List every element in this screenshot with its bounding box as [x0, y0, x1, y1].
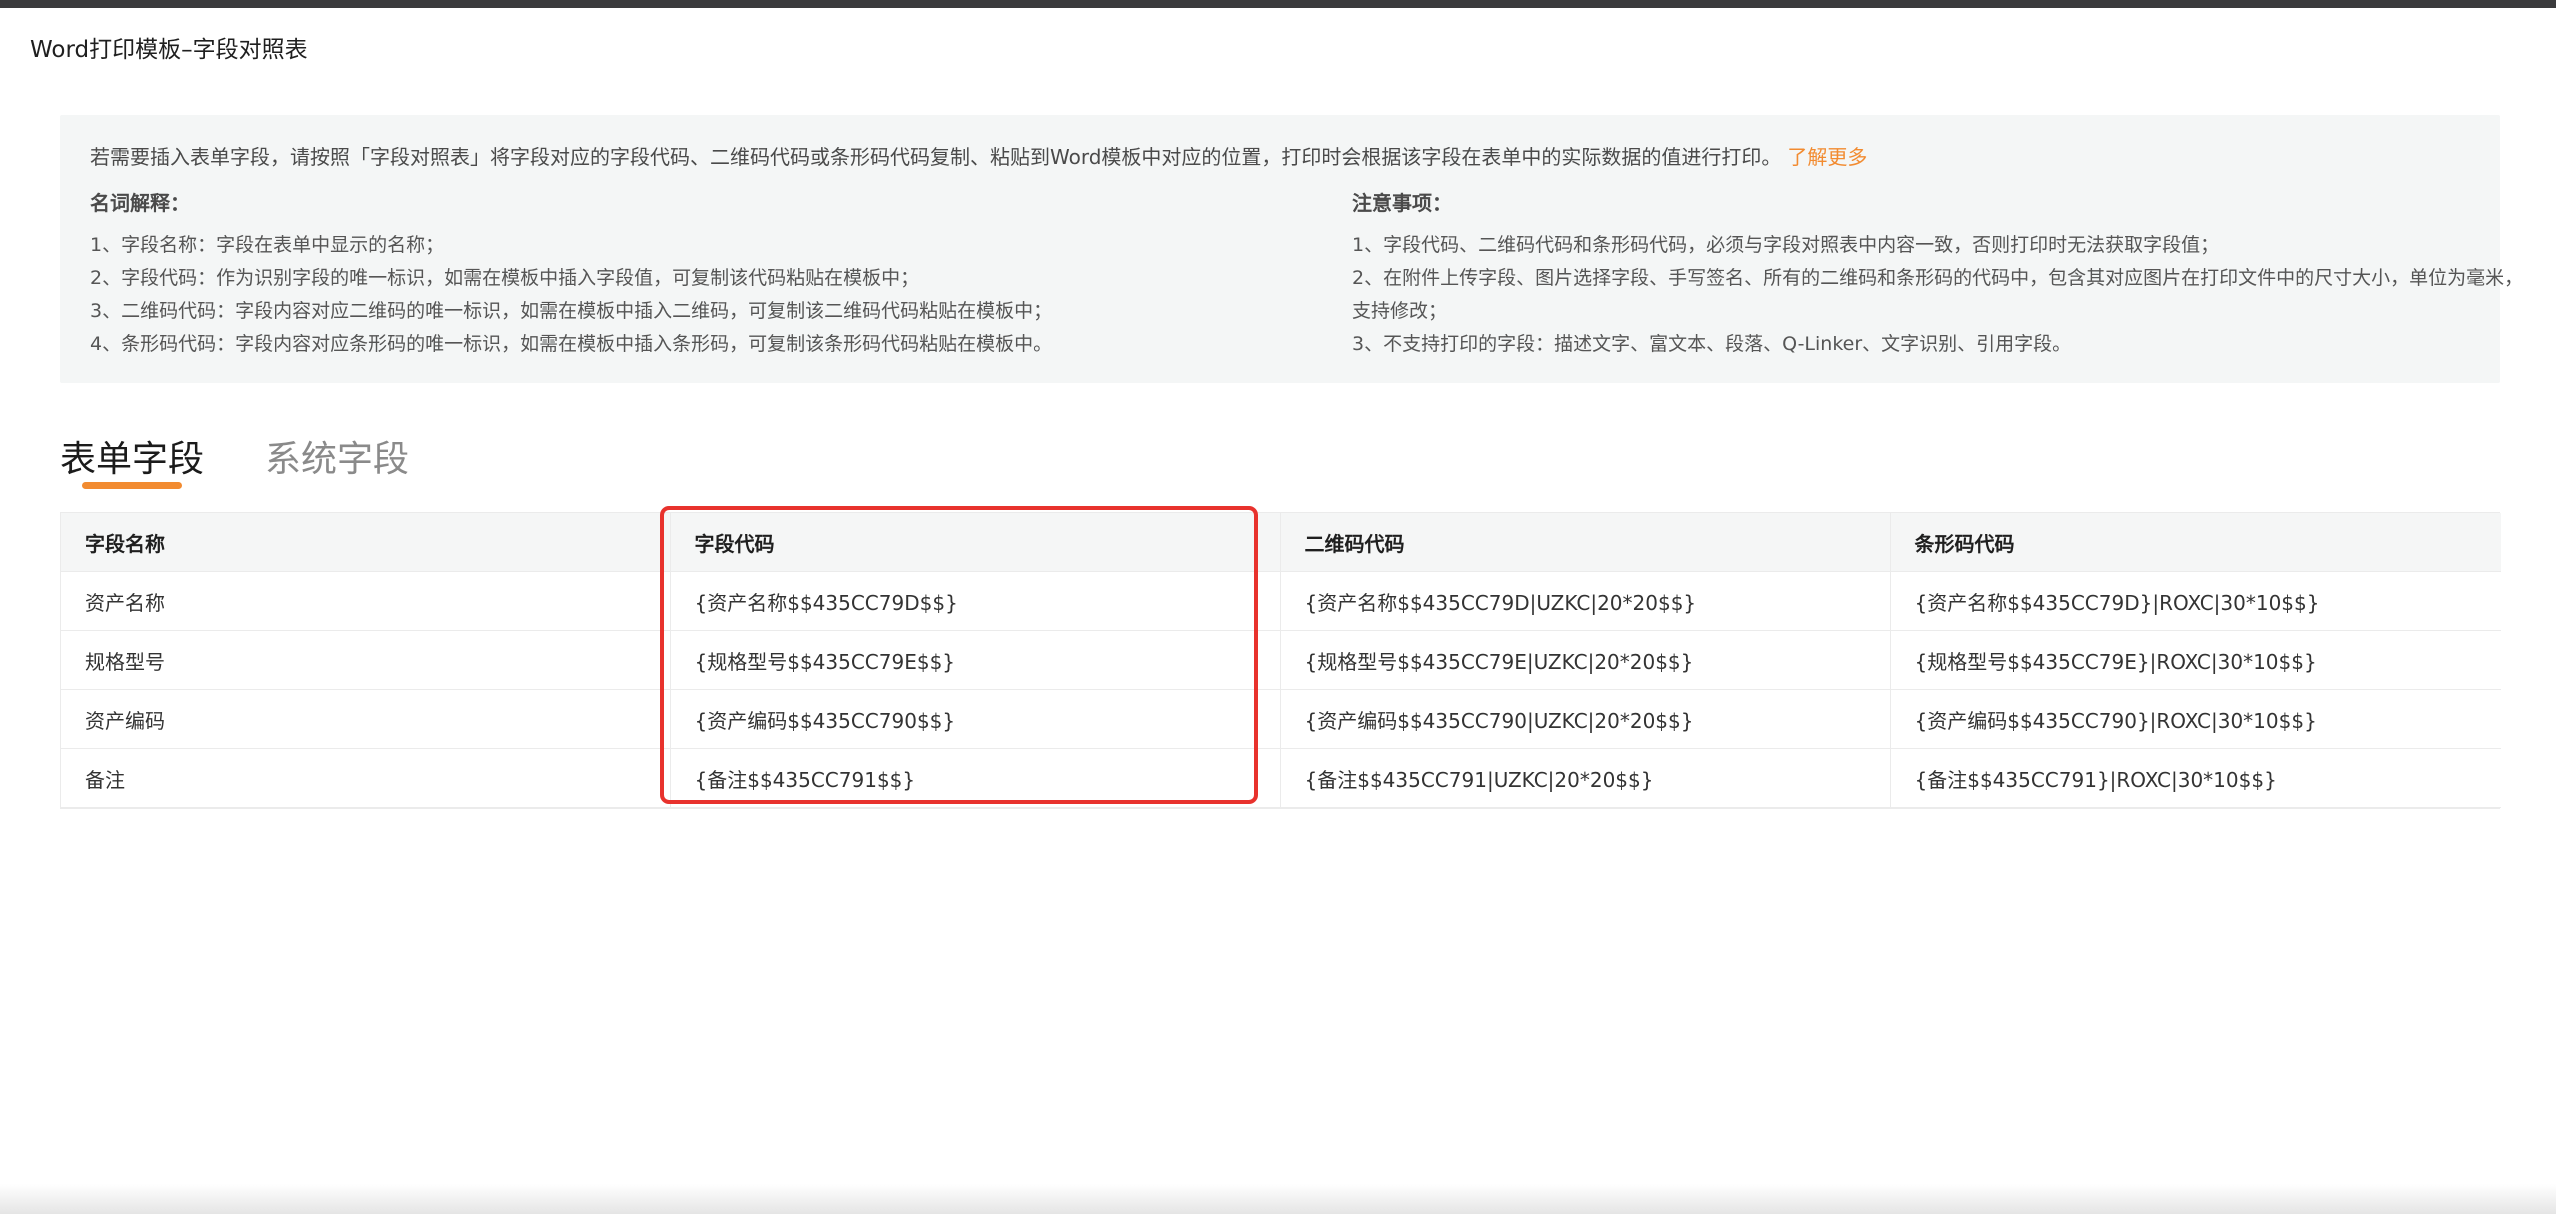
intro-description: 若需要插入表单字段，请按照「字段对照表」将字段对应的字段代码、二维码代码或条形码… — [90, 145, 1782, 169]
page-title: Word打印模板–字段对照表 — [30, 37, 308, 63]
cell-field-code[interactable]: {备注$$435CC791$$} — [669, 748, 1280, 808]
glossary-section: 名词解释： 1、字段名称：字段在表单中显示的名称； 2、字段代码：作为识别字段的… — [90, 187, 1270, 361]
info-panel: 若需要插入表单字段，请按照「字段对照表」将字段对应的字段代码、二维码代码或条形码… — [60, 115, 2523, 383]
cell-field-code[interactable]: {规格型号$$435CC79E$$} — [669, 630, 1280, 690]
table-row: 资产名称 {资产名称$$435CC79D$$} {资产名称$$435CC79D|… — [61, 571, 2501, 631]
glossary-line: 2、字段代码：作为识别字段的唯一标识，如需在模板中插入字段值，可复制该代码粘贴在… — [90, 267, 920, 289]
cell-field-code[interactable]: {资产名称$$435CC79D$$} — [669, 571, 1280, 631]
header-field-code: 字段代码 — [669, 513, 1280, 572]
cell-barcode-code[interactable]: {资产编码$$435CC790}|ROXC|30*10$$} — [1889, 689, 2501, 749]
glossary-heading: 名词解释： — [90, 191, 190, 215]
header-field-name: 字段名称 — [61, 513, 670, 572]
header-qrcode-code: 二维码代码 — [1279, 513, 1890, 572]
tab-system-fields[interactable]: 系统字段 — [265, 432, 409, 488]
cell-barcode-code[interactable]: {资产名称$$435CC79D}|ROXC|30*10$$} — [1889, 571, 2501, 631]
bottom-edge-shadow — [0, 1184, 2556, 1214]
cell-field-name: 规格型号 — [61, 630, 670, 690]
table-row: 备注 {备注$$435CC791$$} {备注$$435CC791|UZKC|2… — [61, 748, 2501, 808]
cell-qrcode-code[interactable]: {资产名称$$435CC79D|UZKC|20*20$$} — [1279, 571, 1890, 631]
cell-field-name: 备注 — [61, 748, 670, 808]
cell-field-name: 资产名称 — [61, 571, 670, 631]
cell-qrcode-code[interactable]: {资产编码$$435CC790|UZKC|20*20$$} — [1279, 689, 1890, 749]
tab-form-fields[interactable]: 表单字段 — [60, 432, 204, 488]
notes-section: 注意事项： 1、字段代码、二维码代码和条形码代码，必须与字段对照表中内容一致，否… — [1352, 187, 2532, 361]
cell-barcode-code[interactable]: {规格型号$$435CC79E}|ROXC|30*10$$} — [1889, 630, 2501, 690]
table-row: 规格型号 {规格型号$$435CC79E$$} {规格型号$$435CC79E|… — [61, 630, 2501, 690]
cell-qrcode-code[interactable]: {备注$$435CC791|UZKC|20*20$$} — [1279, 748, 1890, 808]
glossary-line: 4、条形码代码：字段内容对应条形码的唯一标识，如需在模板中插入条形码，可复制该条… — [90, 333, 1053, 355]
active-tab-indicator — [82, 482, 182, 489]
cell-field-code[interactable]: {资产编码$$435CC790$$} — [669, 689, 1280, 749]
glossary-line: 3、二维码代码：字段内容对应二维码的唯一标识，如需在模板中插入二维码，可复制该二… — [90, 300, 1053, 322]
glossary-line: 1、字段名称：字段在表单中显示的名称； — [90, 234, 445, 256]
table-row: 资产编码 {资产编码$$435CC790$$} {资产编码$$435CC790|… — [61, 689, 2501, 749]
notes-line: 3、不支持打印的字段：描述文字、富文本、段落、Q-Linker、文字识别、引用字… — [1352, 333, 2072, 355]
header-barcode-code: 条形码代码 — [1889, 513, 2501, 572]
notes-line: 2、在附件上传字段、图片选择字段、手写签名、所有的二维码和条形码的代码中，包含其… — [1352, 267, 2524, 322]
learn-more-link[interactable]: 了解更多 — [1787, 145, 1867, 169]
notes-heading: 注意事项： — [1352, 191, 1452, 215]
field-mapping-table: 字段名称 字段代码 二维码代码 条形码代码 资产名称 {资产名称$$435CC7… — [60, 512, 2501, 809]
cell-field-name: 资产编码 — [61, 689, 670, 749]
notes-line: 1、字段代码、二维码代码和条形码代码，必须与字段对照表中内容一致，否则打印时无法… — [1352, 234, 2220, 256]
window-top-bar — [0, 0, 2556, 8]
intro-text: 若需要插入表单字段，请按照「字段对照表」将字段对应的字段代码、二维码代码或条形码… — [90, 141, 1867, 173]
cell-qrcode-code[interactable]: {规格型号$$435CC79E|UZKC|20*20$$} — [1279, 630, 1890, 690]
table-header-row: 字段名称 字段代码 二维码代码 条形码代码 — [61, 513, 2501, 572]
cell-barcode-code[interactable]: {备注$$435CC791}|ROXC|30*10$$} — [1889, 748, 2501, 808]
